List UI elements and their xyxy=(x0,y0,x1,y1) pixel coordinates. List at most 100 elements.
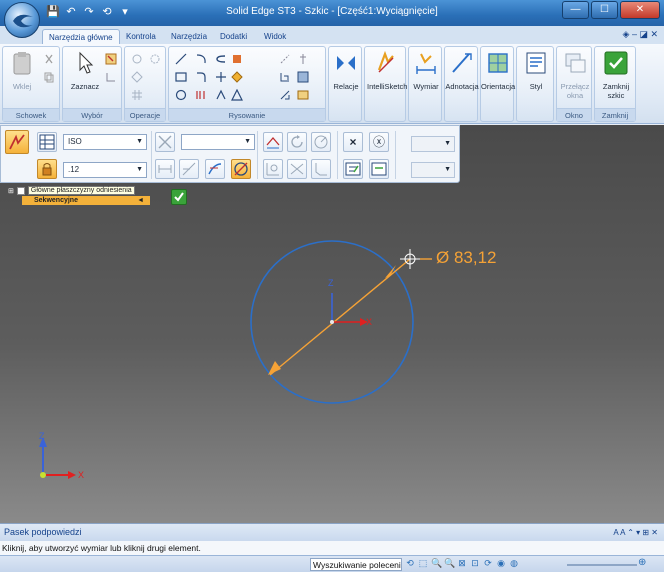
minimize-button[interactable]: — xyxy=(562,1,589,19)
switch-window-button[interactable]: Przełącz okna xyxy=(559,50,591,100)
sequential-mode-bar[interactable]: Sekwencyjne ◄ xyxy=(22,196,150,205)
by-points-button[interactable] xyxy=(179,159,199,179)
trim-icon[interactable] xyxy=(215,53,227,65)
select-filter-icon[interactable] xyxy=(105,71,117,83)
angle-icon xyxy=(314,135,328,149)
format-button[interactable] xyxy=(369,159,389,179)
gear-icon[interactable] xyxy=(149,53,161,65)
prompt-bar-tools[interactable]: A A ⌃ ▾ ⊞ ✕ xyxy=(613,524,658,541)
zoom-slider[interactable] xyxy=(567,564,637,566)
view-orientation-icon[interactable]: ◉ xyxy=(496,558,506,569)
smartdimension-options-button[interactable] xyxy=(5,130,29,154)
tab-dodatki[interactable]: Dodatki xyxy=(220,29,247,44)
annotation-button[interactable]: Adnotacja xyxy=(445,50,479,91)
tab-kontrola[interactable]: Kontrola xyxy=(126,29,156,44)
lock-button[interactable] xyxy=(37,159,57,179)
diamond-icon[interactable] xyxy=(131,71,143,83)
arc-icon[interactable] xyxy=(195,53,207,65)
visibility-checkbox[interactable] xyxy=(16,186,25,195)
reference-planes-tooltip: Główne płaszczyzny odniesienia xyxy=(27,186,135,195)
accept-checkbox[interactable] xyxy=(171,189,187,205)
coordinate-button[interactable] xyxy=(263,159,283,179)
tab-narzedzia-glowne[interactable]: Narzędzia główne xyxy=(42,29,120,44)
fill-icon[interactable] xyxy=(231,53,243,65)
orientation-icon xyxy=(488,53,508,73)
dimension-value-select[interactable]: .12 ▼ xyxy=(63,162,147,178)
close-sketch-label-1: Zamknij xyxy=(602,82,630,91)
include-icon[interactable] xyxy=(297,89,309,101)
point-icon[interactable] xyxy=(231,71,243,83)
select-button[interactable]: Zaznacz xyxy=(67,50,103,91)
diameter-dimension-text[interactable]: Ø 83,12 xyxy=(436,248,497,268)
tab-widok[interactable]: Widok xyxy=(264,29,286,44)
chevron-down-icon: ▼ xyxy=(244,138,251,145)
angle-dimension-button[interactable] xyxy=(311,132,331,152)
expand-icon[interactable]: ⊞ xyxy=(8,187,14,195)
fillet-icon[interactable] xyxy=(195,71,207,83)
horizontal-vertical-button[interactable] xyxy=(155,159,175,179)
grid-icon[interactable] xyxy=(131,89,143,101)
group-intellisketch: IntelliSketch xyxy=(364,46,407,122)
view-style-icon[interactable]: ◍ xyxy=(509,558,519,569)
dimension-button[interactable]: Wymiar xyxy=(411,50,441,91)
cancel-x-button[interactable]: × xyxy=(343,132,363,152)
zoom-plus-icon[interactable]: ⊕ xyxy=(638,557,646,568)
dimension-style-button[interactable] xyxy=(37,132,57,152)
triangle-icon[interactable] xyxy=(231,89,243,101)
zoom-area-icon[interactable]: ⬚ xyxy=(418,558,428,569)
maximize-button[interactable]: ☐ xyxy=(591,1,618,19)
ribbon-tabs: Narzędzia główne Kontrola Narzędzia Doda… xyxy=(0,26,664,44)
dimension-axis-button[interactable] xyxy=(263,132,283,152)
orientation-options-button[interactable] xyxy=(155,132,175,152)
operation-icon[interactable] xyxy=(131,53,143,65)
cut-icon[interactable] xyxy=(43,53,55,65)
fit-icon[interactable]: ⊠ xyxy=(457,558,467,569)
help-controls[interactable]: ◈ – ◪ ✕ xyxy=(623,29,658,40)
rectangle-icon[interactable] xyxy=(175,71,187,83)
style-button[interactable]: Styl xyxy=(521,50,551,91)
mirror-icon[interactable] xyxy=(215,89,227,101)
rotate-view-icon[interactable]: ⟳ xyxy=(483,558,493,569)
reference-planes-row[interactable]: ⊞ Główne płaszczyzny odniesienia xyxy=(8,186,135,195)
symmetric-button[interactable] xyxy=(287,159,307,179)
zoom-out-icon[interactable]: 🔍 xyxy=(444,558,455,569)
dimension-standard-select[interactable]: ISO ▼ xyxy=(63,134,147,150)
checkmark-icon xyxy=(604,51,628,75)
tangent-button[interactable] xyxy=(205,159,225,179)
remove-button[interactable]: ⓧ xyxy=(369,132,389,152)
cross-tool-icon xyxy=(158,135,172,149)
intersect-icon[interactable] xyxy=(215,71,227,83)
color-select[interactable]: ▼ xyxy=(411,136,455,152)
command-bar: ISO ▼ .12 ▼ ▼ × ⓧ ▼ ▼ xyxy=(0,125,460,183)
relations-button[interactable]: Relacje xyxy=(331,50,361,91)
tab-narzedzia[interactable]: Narzędzia xyxy=(171,29,207,44)
grid-display-icon[interactable] xyxy=(297,71,309,83)
command-search-input[interactable]: Wyszukiwanie polecenia xyxy=(310,558,402,571)
properties-button[interactable] xyxy=(343,159,363,179)
paste-button[interactable]: Wklej xyxy=(7,50,37,91)
zoom-in-icon[interactable]: 🔍 xyxy=(431,558,442,569)
select-tool-icon[interactable] xyxy=(105,53,117,65)
switch-window-label-2: okna xyxy=(566,91,584,100)
refresh-view-icon[interactable]: ⟲ xyxy=(405,558,415,569)
chamfer-button[interactable] xyxy=(311,159,331,179)
application-button[interactable] xyxy=(4,2,40,38)
linetype-select[interactable]: ▼ xyxy=(411,162,455,178)
close-button[interactable]: ✕ xyxy=(620,1,660,19)
close-sketch-button[interactable]: Zamknij szkic xyxy=(599,50,633,100)
pathfinder-tree: ⊞ Główne płaszczyzny odniesienia Sekwenc… xyxy=(8,186,150,205)
dimension-type-select[interactable]: ▼ xyxy=(181,134,255,150)
scale-icon[interactable] xyxy=(279,89,291,101)
project-icon[interactable] xyxy=(297,53,309,65)
construction-icon[interactable] xyxy=(279,53,291,65)
pan-icon[interactable]: ⊡ xyxy=(470,558,480,569)
copy-icon[interactable] xyxy=(43,71,55,83)
intellisketch-button[interactable]: IntelliSketch xyxy=(367,50,407,91)
rotate-dimension-button[interactable] xyxy=(287,132,307,152)
diameter-button[interactable] xyxy=(231,159,251,179)
pattern-icon[interactable] xyxy=(279,71,291,83)
orientation-button[interactable]: Orientacja xyxy=(481,50,515,91)
offset-icon[interactable] xyxy=(195,89,207,101)
line-icon[interactable] xyxy=(175,53,187,65)
circle-icon[interactable] xyxy=(175,89,187,101)
